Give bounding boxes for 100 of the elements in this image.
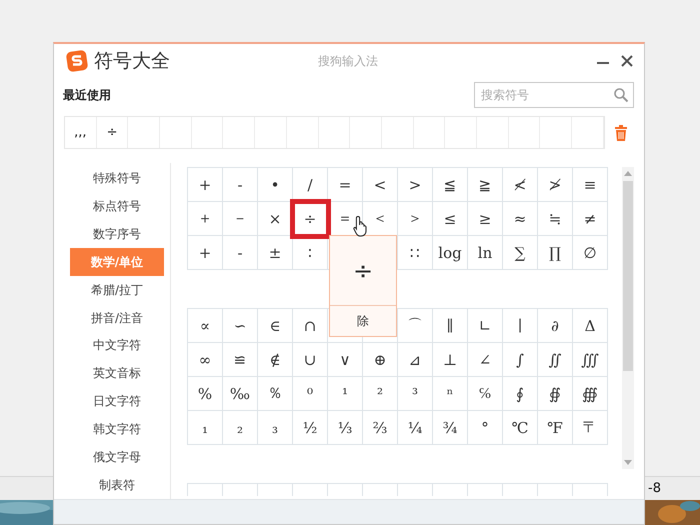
symbol-cell[interactable]: < bbox=[363, 168, 398, 202]
symbol-cell[interactable]: ∣ bbox=[503, 309, 538, 343]
symbol-cell[interactable]: ∠ bbox=[468, 343, 503, 377]
symbol-cell[interactable]: ₂ bbox=[223, 411, 258, 445]
symbol-cell[interactable]: ÷ bbox=[293, 202, 328, 236]
symbol-cell[interactable]: ∩ bbox=[293, 309, 328, 343]
symbol-cell[interactable]: / bbox=[293, 168, 328, 202]
symbol-cell[interactable]: － bbox=[223, 202, 258, 236]
symbol-cell[interactable]: ² bbox=[363, 377, 398, 411]
category-item[interactable]: 拼音/注音 bbox=[70, 304, 164, 332]
recent-symbol-cell[interactable]: ,,, bbox=[65, 117, 97, 148]
symbol-cell[interactable]: ≈ bbox=[503, 202, 538, 236]
symbol-cell[interactable]: ∪ bbox=[293, 343, 328, 377]
symbol-cell[interactable]: ¹ bbox=[328, 377, 363, 411]
category-item[interactable]: 日文字符 bbox=[70, 388, 164, 416]
symbol-cell[interactable]: ％ bbox=[258, 377, 293, 411]
symbol-cell[interactable]: ° bbox=[468, 411, 503, 445]
symbol-cell[interactable]: ⁿ bbox=[433, 377, 468, 411]
symbol-cell[interactable]: + bbox=[188, 168, 223, 202]
symbol-cell[interactable]: ₃ bbox=[258, 411, 293, 445]
symbol-cell[interactable]: ∏ bbox=[538, 236, 573, 270]
symbol-cell[interactable]: ∭ bbox=[573, 343, 608, 377]
symbol-cell[interactable]: ₁ bbox=[188, 411, 223, 445]
symbol-cell[interactable]: ¾ bbox=[433, 411, 468, 445]
symbol-cell[interactable]: ‰ bbox=[223, 377, 258, 411]
category-item[interactable]: 特殊符号 bbox=[70, 165, 164, 193]
trash-icon[interactable] bbox=[614, 124, 628, 140]
symbol-cell[interactable]: ∷ bbox=[398, 236, 433, 270]
scroll-up-icon[interactable] bbox=[624, 170, 632, 176]
symbol-cell[interactable]: ln bbox=[468, 236, 503, 270]
scroll-down-icon[interactable] bbox=[624, 460, 632, 466]
symbol-cell[interactable]: ⊿ bbox=[398, 343, 433, 377]
symbol-cell[interactable]: ≌ bbox=[223, 343, 258, 377]
symbol-cell[interactable]: ∶ bbox=[293, 236, 328, 270]
symbol-cell[interactable]: Δ bbox=[573, 309, 608, 343]
symbol-cell[interactable]: ⊕ bbox=[363, 343, 398, 377]
category-item[interactable]: 制表符 bbox=[70, 471, 164, 499]
symbol-cell[interactable]: ≮ bbox=[503, 168, 538, 202]
symbol-cell[interactable]: % bbox=[188, 377, 223, 411]
symbol-cell[interactable]: ≥ bbox=[468, 202, 503, 236]
search-field[interactable]: 搜索符号 bbox=[474, 82, 634, 108]
symbol-cell[interactable]: - bbox=[223, 168, 258, 202]
close-icon[interactable] bbox=[620, 54, 634, 68]
symbol-cell[interactable]: ≠ bbox=[573, 202, 608, 236]
symbol-cell[interactable]: ＞ bbox=[398, 202, 433, 236]
symbol-cell[interactable]: + bbox=[188, 236, 223, 270]
category-item[interactable]: 数字序号 bbox=[70, 220, 164, 248]
search-icon[interactable] bbox=[613, 87, 629, 103]
symbol-cell[interactable]: ℃ bbox=[503, 411, 538, 445]
symbol-cell[interactable]: ∞ bbox=[188, 343, 223, 377]
symbol-cell[interactable]: ∽ bbox=[223, 309, 258, 343]
scrollbar[interactable] bbox=[622, 167, 634, 469]
symbol-cell[interactable]: ∫ bbox=[503, 343, 538, 377]
category-item[interactable]: 韩文字符 bbox=[70, 415, 164, 444]
symbol-cell[interactable]: ≤ bbox=[433, 202, 468, 236]
symbol-cell[interactable]: × bbox=[258, 202, 293, 236]
symbol-cell[interactable]: ⊥ bbox=[433, 343, 468, 377]
symbol-cell[interactable]: ≯ bbox=[538, 168, 573, 202]
symbol-cell[interactable]: ³ bbox=[398, 377, 433, 411]
symbol-cell[interactable]: ∈ bbox=[258, 309, 293, 343]
symbol-cell[interactable]: ⅓ bbox=[328, 411, 363, 445]
symbol-cell[interactable]: ± bbox=[258, 236, 293, 270]
symbol-cell[interactable]: ∉ bbox=[258, 343, 293, 377]
category-item[interactable]: 俄文字母 bbox=[70, 443, 164, 472]
symbol-cell[interactable]: ℅ bbox=[468, 377, 503, 411]
category-item[interactable]: 标点符号 bbox=[70, 192, 164, 221]
category-item[interactable]: 英文音标 bbox=[70, 360, 164, 388]
symbol-cell[interactable]: ≦ bbox=[433, 168, 468, 202]
symbol-cell[interactable]: ℉ bbox=[538, 411, 573, 445]
symbol-cell[interactable]: ∥ bbox=[433, 309, 468, 343]
symbol-cell[interactable]: ∬ bbox=[538, 343, 573, 377]
symbol-cell[interactable]: ∅ bbox=[573, 236, 608, 270]
symbol-cell[interactable]: ∑ bbox=[503, 236, 538, 270]
symbol-cell[interactable]: ½ bbox=[293, 411, 328, 445]
symbol-cell[interactable]: ⁰ bbox=[293, 377, 328, 411]
symbol-cell[interactable]: ∝ bbox=[188, 309, 223, 343]
symbol-cell[interactable]: ¼ bbox=[398, 411, 433, 445]
tooltip-name: 除 bbox=[356, 312, 370, 330]
symbol-cell[interactable]: 〒 bbox=[573, 411, 608, 445]
symbol-cell[interactable]: ∰ bbox=[573, 377, 608, 411]
symbol-cell[interactable]: ∂ bbox=[538, 309, 573, 343]
desktop-text: -8 bbox=[648, 481, 661, 496]
symbol-cell[interactable]: ∨ bbox=[328, 343, 363, 377]
symbol-cell[interactable]: • bbox=[258, 168, 293, 202]
symbol-cell[interactable]: ≧ bbox=[468, 168, 503, 202]
category-item[interactable]: 希腊/拉丁 bbox=[70, 276, 164, 304]
recent-symbol-cell[interactable]: ÷ bbox=[96, 117, 128, 148]
symbol-cell[interactable]: ⅔ bbox=[363, 411, 398, 445]
symbol-cell[interactable]: ⌒ bbox=[398, 309, 433, 343]
symbol-cell[interactable]: ∯ bbox=[538, 377, 573, 411]
symbol-cell[interactable]: log bbox=[433, 236, 468, 270]
symbol-cell[interactable]: ≒ bbox=[538, 202, 573, 236]
symbol-cell[interactable]: ∟ bbox=[468, 309, 503, 343]
symbol-cell[interactable]: > bbox=[398, 168, 433, 202]
symbol-cell[interactable]: = bbox=[328, 168, 363, 202]
symbol-cell[interactable]: ≡ bbox=[573, 168, 608, 202]
category-item[interactable]: 中文字符 bbox=[70, 332, 164, 360]
symbol-cell[interactable]: ∮ bbox=[503, 377, 538, 411]
symbol-cell[interactable]: - bbox=[223, 236, 258, 270]
symbol-cell[interactable]: ＋ bbox=[188, 202, 223, 236]
